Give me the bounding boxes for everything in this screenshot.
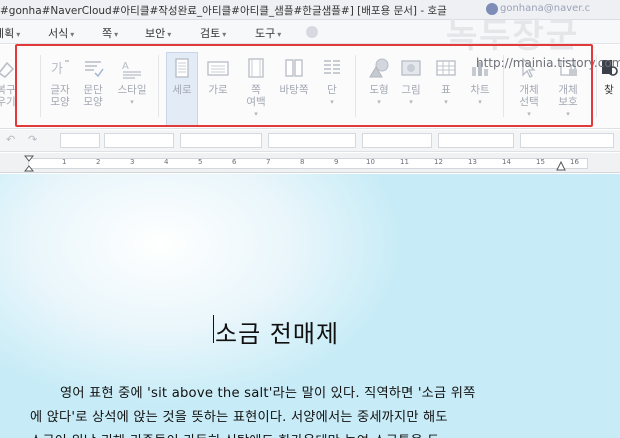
menu-review[interactable]: 검토 ▾ [200,25,226,41]
gear-icon[interactable] [306,26,318,38]
font-size-select[interactable] [268,133,356,148]
ruler-tick-label: 13 [468,158,477,166]
ruler-tick-label: 8 [300,158,305,166]
ruler-tick-label: 15 [536,158,545,166]
chevron-down-icon: ▾ [16,30,21,39]
ruler-tick-label: 12 [434,158,443,166]
menu-plan[interactable]: 계획▾ [0,25,20,41]
highlight-box [15,44,593,127]
document-heading[interactable]: 소금 전매제 [215,314,339,349]
right-indent-marker-icon[interactable] [556,161,566,171]
ruler-tick-label: 9 [334,158,339,166]
ruler-tick-label: 14 [502,158,511,166]
menu-page[interactable]: 쪽 ▾ [102,25,118,41]
chevron-down-icon: ▾ [167,30,172,39]
menu-tools[interactable]: 도구 ▾ [255,25,281,41]
ruler-tick-label: 1 [62,158,67,166]
font-name-select[interactable] [180,133,262,148]
chevron-down-icon: ▾ [70,30,75,39]
paragraph-line[interactable]: 소금이 워낙 귀해 귀족들이 가득히 식탁에도 한가운데만 놓여 소금통을 두 [30,430,440,438]
ruler-tick-label: 11 [400,158,409,166]
chevron-down-icon: ▾ [114,30,119,39]
ruler-tick-label: 3 [130,158,135,166]
redo-icon[interactable]: ↷ [28,133,37,146]
ruler-tick-label: 7 [266,158,271,166]
document-page[interactable]: 소금 전매제 영어 표현 중에 'sit above the salt'라는 말… [0,174,620,438]
chevron-down-icon: ▾ [277,30,282,39]
horizontal-ruler[interactable]: 1 2 3 4 5 6 7 8 9 10 11 12 13 14 15 16 [0,153,620,173]
format-bar: ↶ ↷ [0,130,620,152]
ruler-tick-label: 10 [366,158,375,166]
paragraph-line[interactable]: 에 앉다'로 상석에 앉는 것을 뜻하는 표현이다. 서양에서는 중세까지만 해… [30,406,448,425]
ruler-tick-label: 5 [198,158,203,166]
chevron-down-icon: ▾ [222,30,227,39]
ruler-tick-label: 6 [232,158,237,166]
paragraph-select[interactable] [438,133,514,148]
indent-marker-icon[interactable] [24,155,34,172]
ruler-tick-label: 4 [164,158,169,166]
style-select[interactable] [60,133,100,148]
color-select[interactable] [520,133,614,148]
line-spacing-select[interactable] [362,133,432,148]
font-category-select[interactable] [104,133,174,148]
menu-security[interactable]: 보안 ▾ [145,25,171,41]
menu-format[interactable]: 서식 ▾ [48,25,74,41]
text-cursor [213,315,214,343]
window-title: #gonha#NaverCloud#아티클#작성완료_아티클#아티클_샘플#한글… [0,5,447,17]
undo-icon[interactable]: ↶ [6,133,15,146]
ruler-tick-label: 16 [570,158,579,166]
paragraph-line[interactable]: 영어 표현 중에 'sit above the salt'라는 말이 있다. 직… [60,382,475,401]
ruler-tick-label: 2 [96,158,101,166]
